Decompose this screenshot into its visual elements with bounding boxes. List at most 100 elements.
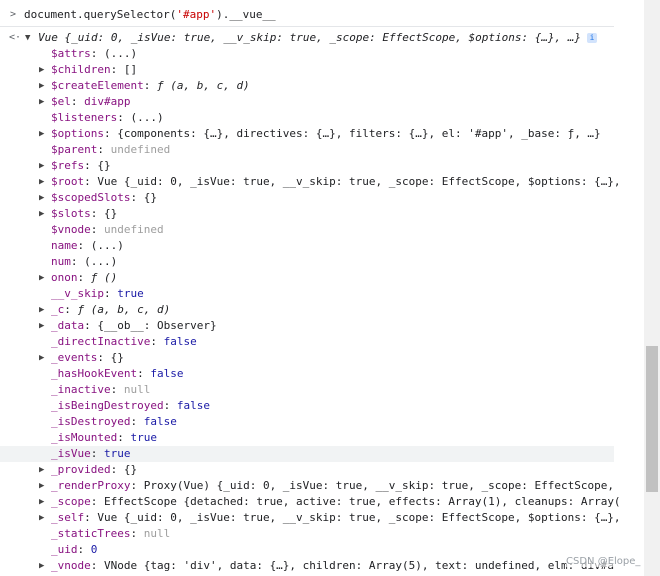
property-key: $el <box>51 95 71 108</box>
property-row: _staticTrees: null <box>0 526 614 542</box>
property-row[interactable]: ▶ _self: Vue {_uid: 0, _isVue: true, __v_… <box>0 510 621 526</box>
property-separator: : <box>117 431 131 444</box>
result-summary: Vue {_uid: 0, _isVue: true, __v_skip: tr… <box>38 31 582 44</box>
expand-triangle-icon[interactable]: ▶ <box>39 318 44 334</box>
scrollbar-thumb[interactable] <box>646 346 658 492</box>
expand-triangle-icon[interactable]: ▶ <box>39 206 44 222</box>
property-row[interactable]: ▶ $el: div#app <box>0 94 614 110</box>
property-row: __v_skip: true <box>0 286 614 302</box>
property-row: $listeners: (...) <box>0 110 614 126</box>
property-row[interactable]: ▶ $root: Vue {_uid: 0, _isVue: true, __v_… <box>0 174 621 190</box>
console-input-row[interactable]: > document.querySelector('#app').__vue__ <box>0 0 614 27</box>
property-separator: : <box>90 559 104 572</box>
property-row[interactable]: ▶ _c: ƒ (a, b, c, d) <box>0 302 614 318</box>
property-text: _scope: EffectScope {detached: true, act… <box>51 494 621 510</box>
result-object-header[interactable]: <· ▼ Vue {_uid: 0, _isVue: true, __v_ski… <box>0 30 614 46</box>
expand-triangle-icon[interactable]: ▶ <box>39 478 44 494</box>
property-separator: : <box>103 127 118 140</box>
property-text: _hasHookEvent: false <box>51 366 183 382</box>
property-value: undefined <box>110 143 171 156</box>
property-row[interactable]: ▶ $children: [] <box>0 62 614 78</box>
property-value: null <box>123 383 151 396</box>
property-row[interactable]: ▶ $scopedSlots: {} <box>0 190 614 206</box>
property-separator: : <box>77 543 91 556</box>
property-text: _isMounted: true <box>51 430 157 446</box>
collapse-triangle-icon[interactable]: ▼ <box>25 30 30 46</box>
property-row[interactable]: ▶ _data: {__ob__: Observer} <box>0 318 614 334</box>
info-icon[interactable]: i <box>587 33 597 43</box>
property-row[interactable]: ▶ _provided: {} <box>0 462 614 478</box>
property-row[interactable]: ▶ _renderProxy: Proxy(Vue) {_uid: 0, _isV… <box>0 478 614 494</box>
property-value: Vue {_uid: 0, _isVue: true, __v_skip: tr… <box>97 175 621 188</box>
expand-triangle-icon[interactable]: ▶ <box>39 190 44 206</box>
property-separator: : <box>97 351 111 364</box>
property-key: $slots <box>51 207 91 220</box>
expand-triangle-icon[interactable]: ▶ <box>39 462 44 478</box>
expand-triangle-icon[interactable]: ▶ <box>39 62 44 78</box>
expand-triangle-icon[interactable]: ▶ <box>39 350 44 366</box>
expand-triangle-icon[interactable]: ▶ <box>39 558 44 574</box>
property-separator: : <box>130 191 144 204</box>
property-text: $el: div#app <box>51 94 130 110</box>
property-text: num: (...) <box>51 254 117 270</box>
property-key: _scope <box>51 495 91 508</box>
property-text: _inactive: null <box>51 382 150 398</box>
code-prefix: document.querySelector( <box>24 8 177 21</box>
property-separator: : <box>130 479 144 492</box>
output-arrow-icon: <· <box>9 32 22 43</box>
property-key: $refs <box>51 159 85 172</box>
property-value: Vue {_uid: 0, _isVue: true, __v_skip: tr… <box>97 511 621 524</box>
property-row: _isBeingDestroyed: false <box>0 398 614 414</box>
expand-triangle-icon[interactable]: ▶ <box>39 494 44 510</box>
property-value: true <box>104 447 131 460</box>
property-separator: : <box>90 207 104 220</box>
property-key: $children <box>51 63 111 76</box>
property-separator: : <box>84 159 98 172</box>
property-row: num: (...) <box>0 254 614 270</box>
property-separator: : <box>137 367 151 380</box>
property-key: $listeners <box>51 111 118 124</box>
console-input-code[interactable]: document.querySelector('#app').__vue__ <box>24 8 276 22</box>
property-row[interactable]: ▶ $createElement: ƒ (a, b, c, d) <box>0 78 614 94</box>
expand-triangle-icon[interactable]: ▶ <box>39 158 44 174</box>
property-value: {} <box>143 191 157 204</box>
property-row[interactable]: ▶ onon: ƒ () <box>0 270 614 286</box>
property-value: (...) <box>90 239 124 252</box>
expand-triangle-icon[interactable]: ▶ <box>39 510 44 526</box>
property-value: ƒ (a, b, c, d) <box>77 303 171 316</box>
property-key: $vnode <box>51 223 91 236</box>
property-row[interactable]: ▶ $refs: {} <box>0 158 614 174</box>
expand-triangle-icon[interactable]: ▶ <box>39 302 44 318</box>
property-text: $createElement: ƒ (a, b, c, d) <box>51 78 250 94</box>
property-value: (...) <box>104 47 138 60</box>
property-value: undefined <box>104 223 164 236</box>
expand-triangle-icon[interactable]: ▶ <box>39 94 44 110</box>
expand-triangle-icon[interactable]: ▶ <box>39 126 44 142</box>
property-value: {components: {…}, directives: {…}, filte… <box>117 127 601 140</box>
expand-triangle-icon[interactable]: ▶ <box>39 174 44 190</box>
property-text: _isBeingDestroyed: false <box>51 398 210 414</box>
property-key: _isVue <box>51 447 91 460</box>
property-separator: : <box>163 399 177 412</box>
property-key: _renderProxy <box>51 479 131 492</box>
property-value: div#app <box>84 95 131 108</box>
expand-triangle-icon[interactable]: ▶ <box>39 270 44 286</box>
prompt-chevron-icon: > <box>10 9 17 20</box>
property-row[interactable]: ▶ _vnode: VNode {tag: 'div', data: {…}, c… <box>0 558 614 574</box>
property-value: {} <box>123 463 138 476</box>
property-row[interactable]: ▶ _events: {} <box>0 350 614 366</box>
property-key: _hasHookEvent <box>51 367 138 380</box>
property-row: $vnode: undefined <box>0 222 614 238</box>
property-text: _c: ƒ (a, b, c, d) <box>51 302 170 318</box>
property-key: $parent <box>51 143 98 156</box>
property-row[interactable]: ▶ $options: {components: {…}, directives:… <box>0 126 614 142</box>
property-value: 0 <box>90 543 98 556</box>
property-key: _isBeingDestroyed <box>51 399 164 412</box>
expand-triangle-icon[interactable]: ▶ <box>39 78 44 94</box>
property-row[interactable]: ▶ $slots: {} <box>0 206 614 222</box>
property-row[interactable]: ▶ _scope: EffectScope {detached: true, ac… <box>0 494 621 510</box>
property-text: _vnode: VNode {tag: 'div', data: {…}, ch… <box>51 558 614 574</box>
property-separator: : <box>97 143 111 156</box>
property-key: _staticTrees <box>51 527 131 540</box>
property-text: $scopedSlots: {} <box>51 190 157 206</box>
